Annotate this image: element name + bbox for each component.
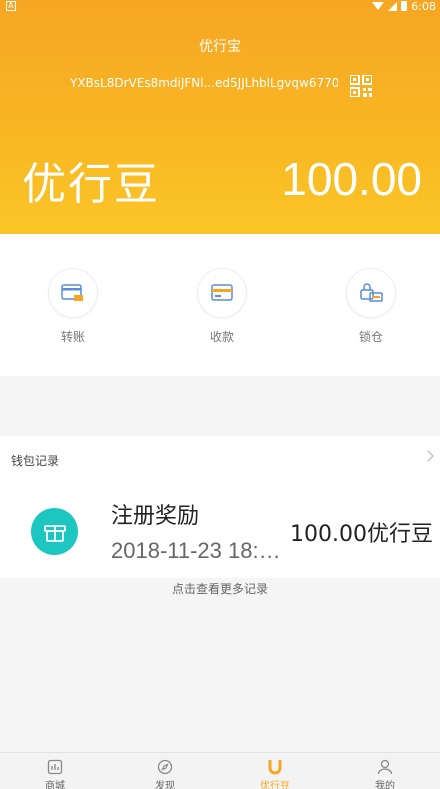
discover-icon bbox=[157, 759, 173, 775]
records-title: 钱包记录 bbox=[11, 454, 60, 468]
receive-button[interactable]: 收款 bbox=[182, 268, 262, 345]
battery-icon bbox=[401, 1, 408, 11]
wallet-actions: 转账 收款 锁仓 bbox=[0, 234, 440, 376]
qr-code-icon[interactable] bbox=[349, 74, 373, 98]
tab-label: 优行豆 bbox=[260, 781, 290, 789]
status-notification-icon: A bbox=[6, 1, 16, 11]
tab-label: 商城 bbox=[45, 781, 65, 789]
record-date: 2018-11-23 18:37:46 bbox=[111, 538, 291, 563]
transfer-icon bbox=[61, 284, 83, 301]
status-time: 6:08 bbox=[411, 0, 436, 13]
signal-icon bbox=[388, 1, 398, 11]
more-records-link[interactable]: 点击查看更多记录 bbox=[0, 580, 440, 597]
page-title: 优行宝 bbox=[199, 39, 241, 55]
transfer-label: 转账 bbox=[60, 330, 85, 344]
chevron-right-icon bbox=[422, 450, 434, 462]
tab-discover[interactable]: 发现 bbox=[110, 753, 220, 789]
shop-icon bbox=[47, 759, 63, 775]
tab-label: 发现 bbox=[155, 781, 175, 789]
lock-label: 锁仓 bbox=[358, 330, 383, 344]
tab-beans[interactable]: 优行豆 bbox=[220, 753, 330, 789]
record-name: 注册奖励 bbox=[111, 504, 200, 529]
bottom-tab-bar: 商城 发现 优行豆 我的 bbox=[0, 752, 440, 789]
receive-icon bbox=[211, 284, 233, 301]
transfer-button[interactable]: 转账 bbox=[33, 268, 113, 345]
lock-button[interactable]: 锁仓 bbox=[331, 268, 411, 345]
receive-label: 收款 bbox=[209, 330, 234, 344]
coin-name: 优行豆 bbox=[22, 159, 160, 210]
list-item[interactable]: 注册奖励 2018-11-23 18:37:46 100.00优行豆 bbox=[0, 482, 440, 578]
bean-icon bbox=[268, 760, 282, 775]
lock-icon bbox=[360, 283, 383, 302]
tab-label: 我的 bbox=[375, 781, 395, 789]
record-amount: 100.00优行豆 bbox=[290, 522, 433, 547]
tab-profile[interactable]: 我的 bbox=[330, 753, 440, 789]
wallet-header: A 6:08 优行宝 YXBsL8DrVEs8mdiJFNl...ed5JJLh… bbox=[0, 0, 440, 234]
wallet-records-header[interactable]: 钱包记录 bbox=[0, 436, 440, 482]
status-bar: A 6:08 bbox=[0, 0, 440, 14]
coin-balance: 100.00 bbox=[281, 153, 422, 205]
tab-shop[interactable]: 商城 bbox=[0, 753, 110, 789]
gift-icon bbox=[31, 508, 78, 555]
wifi-icon bbox=[372, 2, 385, 10]
profile-icon bbox=[377, 759, 393, 775]
wallet-address[interactable]: YXBsL8DrVEs8mdiJFNl...ed5JJLhblLgvqw6770… bbox=[70, 76, 338, 90]
